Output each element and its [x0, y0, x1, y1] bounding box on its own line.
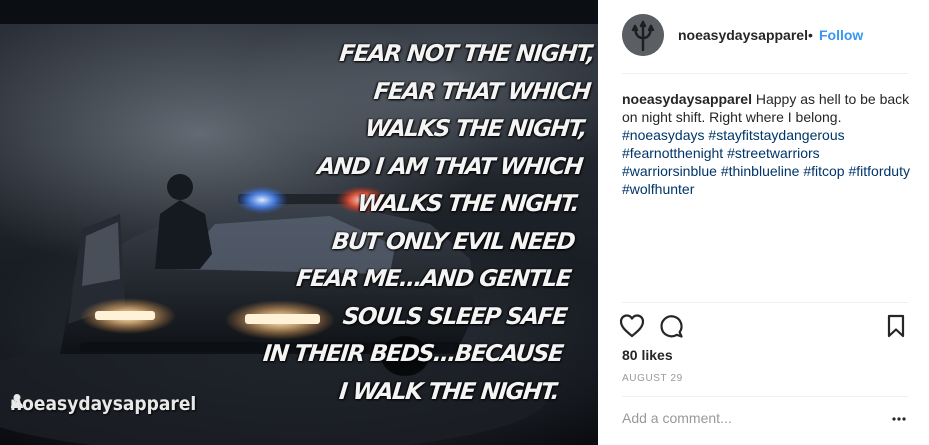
hashtag-link[interactable]: #streetwarriors	[727, 145, 820, 161]
actions-divider	[622, 302, 908, 303]
watermark-text: noeasydaysapparel	[10, 393, 197, 415]
image-watermark: noeasydaysapparel	[10, 393, 196, 415]
hashtag-link[interactable]: #thinblueline	[721, 163, 800, 179]
quote-line: fear that which	[372, 78, 592, 105]
caption-author-link[interactable]: noeasydaysapparel	[622, 91, 752, 107]
comment-icon[interactable]	[658, 313, 684, 339]
heart-icon[interactable]	[618, 313, 646, 339]
avatar[interactable]	[622, 14, 664, 56]
quote-overlay: Fear not the night, fear that which walk…	[256, 36, 595, 411]
quote-line: But only evil need	[330, 228, 576, 255]
post-photo: Fear not the night, fear that which walk…	[0, 24, 598, 445]
quote-line: walks the night.	[356, 191, 580, 217]
hashtag-link[interactable]: #fitforduty	[848, 163, 909, 179]
follow-button[interactable]: Follow	[819, 27, 863, 43]
comment-input[interactable]	[622, 410, 872, 426]
hashtag-link[interactable]: #warriorsinblue	[622, 163, 717, 179]
quote-line: and I am that which	[316, 153, 584, 180]
quote-line: Fear not the night,	[338, 41, 596, 67]
post-image[interactable]: Fear not the night, fear that which walk…	[0, 0, 598, 445]
post-sidebar: noeasydaysapparel • Follow noeasydaysapp…	[598, 0, 929, 445]
hashtag-link[interactable]: #fitcop	[803, 163, 844, 179]
hashtag-link[interactable]: #stayfitstaydangerous	[708, 127, 844, 143]
quote-line: I walk the night.	[337, 378, 560, 405]
comment-divider	[622, 396, 908, 397]
quote-line: in their beds...because	[261, 341, 564, 367]
quote-line: walks the night,	[363, 116, 588, 142]
username-link[interactable]: noeasydaysapparel	[678, 27, 808, 43]
hashtag-link[interactable]: #fearnotthenight	[622, 145, 723, 161]
hashtag-link[interactable]: #wolfhunter	[622, 181, 694, 197]
person-icon	[11, 394, 23, 408]
post-date[interactable]: AUGUST 29	[622, 373, 683, 384]
more-options-icon[interactable]	[892, 417, 906, 421]
post-header: noeasydaysapparel • Follow	[598, 0, 929, 72]
quote-line: souls sleep safe	[341, 303, 568, 330]
hashtag-link[interactable]: #noeasydays	[622, 127, 705, 143]
separator-dot: •	[808, 27, 813, 43]
bookmark-icon[interactable]	[884, 313, 908, 339]
post-actions	[618, 313, 913, 339]
trident-icon	[622, 14, 664, 56]
likes-count[interactable]: 80 likes	[622, 347, 673, 363]
post-caption: noeasydaysapparel Happy as hell to be ba…	[622, 90, 912, 198]
quote-line: fear me...and gentle	[295, 266, 572, 292]
header-divider	[622, 73, 908, 74]
